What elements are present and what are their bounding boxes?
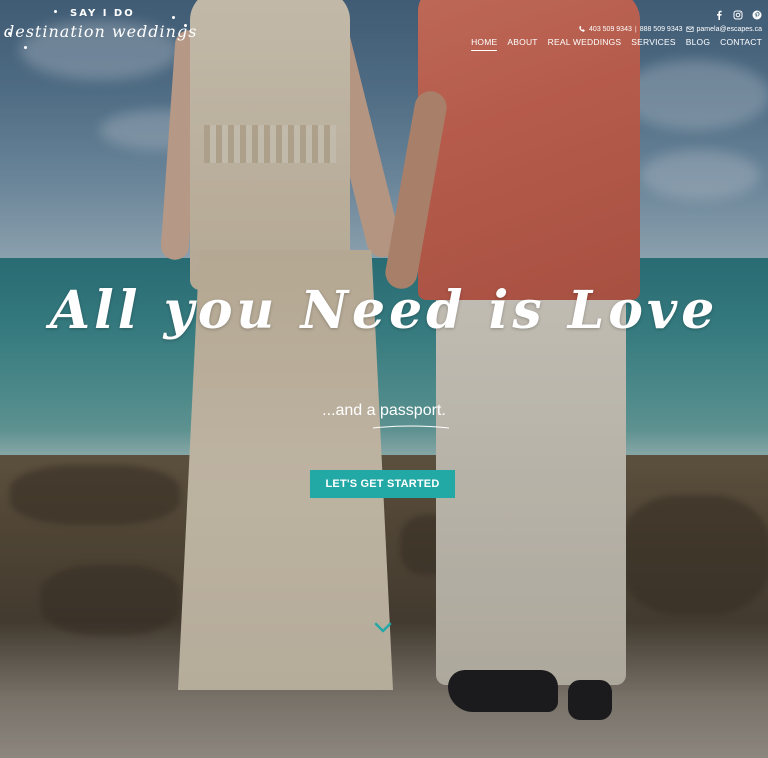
get-started-button[interactable]: LET'S GET STARTED	[310, 470, 455, 498]
nav-item-blog[interactable]: BLOG	[686, 37, 710, 51]
social-links	[714, 10, 762, 20]
chevron-down-icon[interactable]	[374, 622, 392, 634]
nav-item-real-weddings[interactable]: REAL WEDDINGS	[548, 37, 622, 51]
logo-top-text: SAY I DO	[70, 8, 135, 19]
main-nav: HOME ABOUT REAL WEDDINGS SERVICES BLOG C…	[471, 37, 762, 51]
facebook-icon[interactable]	[714, 10, 724, 20]
nav-item-contact[interactable]: CONTACT	[720, 37, 762, 51]
tagline-underline	[372, 425, 450, 429]
envelope-icon	[685, 26, 694, 32]
contact-info: 403 509 9343 | 888 509 9343 pamela@escap…	[578, 25, 762, 33]
nav-item-about[interactable]: ABOUT	[507, 37, 537, 51]
hero-background	[0, 0, 768, 758]
phone-number-1[interactable]: 403 509 9343	[589, 26, 632, 33]
logo-script-text: destination weddings	[4, 22, 198, 41]
instagram-icon[interactable]	[733, 10, 743, 20]
hero-headline: All you Need is Love	[49, 280, 719, 341]
phone-icon	[579, 25, 585, 32]
nav-item-services[interactable]: SERVICES	[631, 37, 675, 51]
site-logo[interactable]: SAY I DO destination weddings	[4, 6, 198, 52]
contact-separator: |	[634, 25, 637, 33]
nav-item-home[interactable]: HOME	[471, 37, 498, 51]
pinterest-icon[interactable]	[752, 10, 762, 20]
phone-number-2[interactable]: 888 509 9343	[640, 26, 683, 33]
email-link[interactable]: pamela@escapes.ca	[697, 26, 762, 33]
hero-tagline: ...and a passport.	[322, 402, 446, 419]
